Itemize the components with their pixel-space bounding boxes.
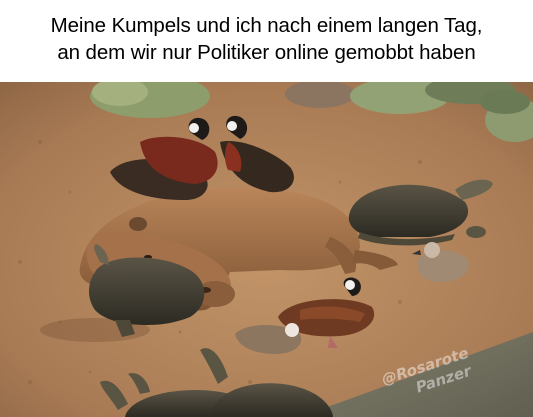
caption-line-1: Meine Kumpels und ich nach einem langen … bbox=[50, 14, 483, 37]
caption-line-2: an dem wir nur Politiker online gemobbt … bbox=[57, 41, 476, 64]
meme-photo: @Rosarote Panzer bbox=[0, 82, 533, 417]
meme-caption: Meine Kumpels und ich nach einem langen … bbox=[0, 0, 533, 82]
